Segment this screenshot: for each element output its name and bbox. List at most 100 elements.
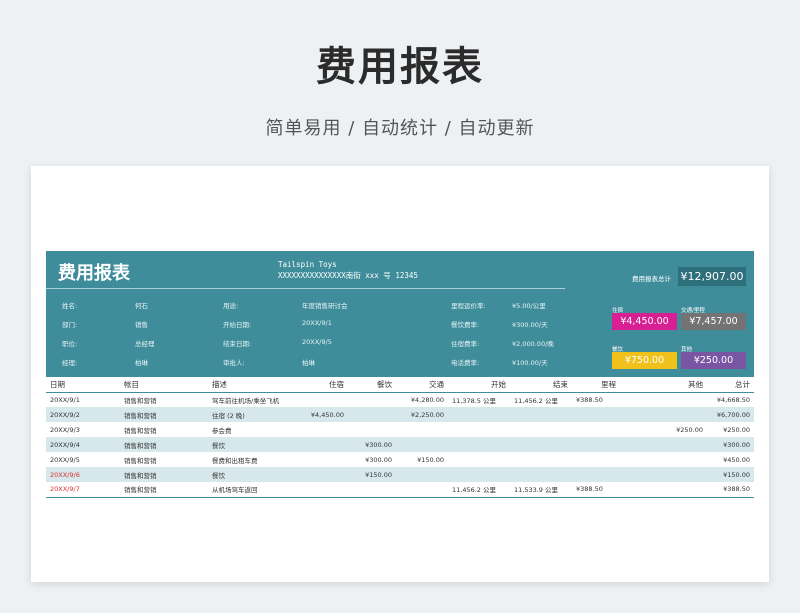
rate-label-mileage: 里程运价率: <box>451 302 486 310</box>
cell-mileage <box>572 437 620 452</box>
cell-transport: ¥4,280.00 <box>410 395 444 404</box>
cell-total: ¥150.00 <box>707 467 754 482</box>
tile-transport: ¥7,457.00 <box>681 313 746 330</box>
company-address: XXXXXXXXXXXXXXX南街 xxx 号 12345 <box>278 271 418 280</box>
info-value-start-date: 20XX/9/1 <box>302 319 332 327</box>
cell-total: ¥300.00 <box>707 437 754 452</box>
info-value-department: 销售 <box>135 321 148 329</box>
cell-account: 销售和营销 <box>124 456 157 465</box>
cell-date: 20XX/9/3 <box>50 425 80 434</box>
info-value-manager: 柏琳 <box>135 359 148 367</box>
tile-other: ¥250.00 <box>681 352 746 369</box>
cell-start <box>448 407 510 422</box>
cell-end <box>510 422 572 437</box>
cell-other <box>620 467 707 482</box>
cell-transport: ¥150.00 <box>417 455 444 464</box>
cell-start <box>448 467 510 482</box>
report-title: 费用报表 <box>58 263 130 284</box>
cell-lodging <box>300 437 348 452</box>
rate-label-meals: 餐饮费率: <box>451 321 480 329</box>
cell-total: ¥250.00 <box>723 425 750 434</box>
cell-start: 11,456.2 公里 <box>448 482 510 498</box>
info-value-approver: 柏琳 <box>302 359 315 367</box>
col-header-meals: 餐饮 <box>348 377 396 393</box>
cell-account: 销售和营销 <box>120 482 208 498</box>
cell-other <box>620 452 707 467</box>
cell-description: 餐费和出租车费 <box>212 456 258 465</box>
cell-other <box>620 392 707 407</box>
info-value-name: 何石 <box>135 302 148 310</box>
company-name: Tailspin Toys <box>278 260 337 269</box>
col-header-date: 日期 <box>46 377 120 393</box>
cell-lodging <box>300 452 348 467</box>
cell-date: 20XX/9/6 <box>46 467 120 482</box>
cell-transport <box>396 482 448 498</box>
table-row: 20XX/9/6 销售和营销 餐饮 ¥150.00 ¥150.00 <box>46 467 754 482</box>
table-row: 20XX/9/4 销售和营销 餐饮 ¥300.00 ¥300.00 <box>46 437 754 452</box>
cell-date: 20XX/9/4 <box>46 437 120 452</box>
col-header-mileage: 里程 <box>572 377 620 393</box>
cell-start <box>448 452 510 467</box>
rate-label-lodging: 住宿费率: <box>451 340 480 348</box>
cell-transport <box>396 437 448 452</box>
cell-start <box>448 422 510 437</box>
table-row: 20XX/9/3 销售和营销 参会费 ¥250.00 ¥250.00 <box>46 422 754 437</box>
rate-value-lodging: ¥2,000.00/晚 <box>512 340 554 348</box>
cell-transport <box>396 422 448 437</box>
report-header-band: 费用报表 Tailspin Toys XXXXXXXXXXXXXXX南街 xxx… <box>46 251 754 377</box>
col-header-transport: 交通 <box>396 377 448 393</box>
info-label-approver: 审批人: <box>223 359 245 367</box>
cell-lodging <box>300 482 348 498</box>
total-value: ¥12,907.00 <box>678 267 746 286</box>
hero-subtitle: 简单易用 / 自动统计 / 自动更新 <box>265 118 535 139</box>
cell-meals <box>348 407 396 422</box>
cell-description: 住宿 (2 晚) <box>208 407 300 422</box>
table-body: 20XX/9/1 销售和营销 驾车前往机场/乘坐飞机 ¥4,280.00 11,378.… <box>46 392 754 498</box>
info-value-purpose: 年度销售研讨会 <box>302 302 348 310</box>
table-header-row: 日期 帐目 描述 住宿 餐饮 交通 开始 结束 里程 其他 总计 <box>46 377 754 393</box>
cell-mileage: ¥388.50 <box>576 395 603 404</box>
cell-end <box>510 407 572 422</box>
cell-mileage <box>572 407 620 422</box>
cell-date: 20XX/9/7 <box>46 482 120 498</box>
cell-total: ¥6,700.00 <box>707 407 754 422</box>
table-row: 20XX/9/5 销售和营销 餐费和出租车费 ¥300.00 ¥150.00 ¥450.0… <box>46 452 754 467</box>
cell-other <box>620 482 707 498</box>
cell-end <box>510 467 572 482</box>
col-header-account: 帐目 <box>120 377 208 393</box>
cell-account: 销售和营销 <box>120 467 208 482</box>
cell-transport: ¥2,250.00 <box>396 407 448 422</box>
info-value-end-date: 20XX/9/5 <box>302 338 332 346</box>
cell-end <box>510 437 572 452</box>
report-card: 费用报表 Tailspin Toys XXXXXXXXXXXXXXX南街 xxx… <box>31 166 769 582</box>
cell-account: 销售和营销 <box>120 437 208 452</box>
header-divider <box>46 288 565 289</box>
col-header-start: 开始 <box>448 377 510 393</box>
expense-table: 日期 帐目 描述 住宿 餐饮 交通 开始 结束 里程 其他 总计 20XX/9/… <box>46 377 754 498</box>
info-label-end-date: 结束日期: <box>223 340 252 348</box>
cell-start: 11,378.5 公里 <box>452 396 497 405</box>
cell-meals <box>348 392 396 407</box>
cell-end <box>510 452 572 467</box>
cell-total: ¥450.00 <box>723 455 750 464</box>
info-label-position: 职位: <box>62 340 78 348</box>
cell-description: 餐饮 <box>208 467 300 482</box>
cell-description: 餐饮 <box>208 437 300 452</box>
table-row: 20XX/9/7 销售和营销 从机场驾车返回 11,456.2 公里 11,533.9 … <box>46 482 754 498</box>
cell-date: 20XX/9/1 <box>50 395 80 404</box>
cell-total: ¥388.50 <box>707 482 754 498</box>
cell-other: ¥250.00 <box>676 425 703 434</box>
rate-label-phone: 电话费率: <box>451 359 480 367</box>
cell-mileage <box>572 467 620 482</box>
cell-description: 从机场驾车返回 <box>208 482 300 498</box>
col-header-description: 描述 <box>208 377 300 393</box>
cell-description: 驾车前往机场/乘坐飞机 <box>212 396 280 405</box>
cell-lodging <box>300 422 348 437</box>
cell-mileage: ¥388.50 <box>572 482 620 498</box>
cell-other <box>620 437 707 452</box>
info-label-department: 部门: <box>62 321 78 329</box>
cell-meals: ¥300.00 <box>348 437 396 452</box>
info-label-start-date: 开始日期: <box>223 321 252 329</box>
info-value-position: 总经理 <box>135 340 155 348</box>
cell-end: 11,456.2 公里 <box>514 396 559 405</box>
